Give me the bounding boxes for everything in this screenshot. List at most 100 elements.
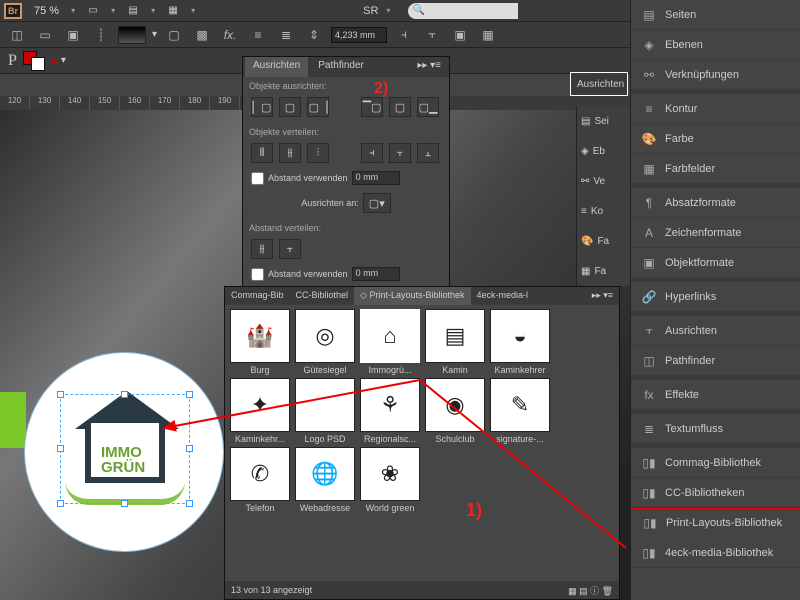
- dist-vcenter-btn[interactable]: ⫵: [279, 143, 301, 163]
- panel-item[interactable]: 🔗Hyperlinks: [631, 282, 800, 312]
- panel-item[interactable]: ≡Kontur: [631, 94, 800, 124]
- space-v-btn[interactable]: ⫵: [251, 239, 273, 259]
- box-icon[interactable]: ▢: [163, 26, 185, 44]
- handle[interactable]: [186, 445, 193, 452]
- tab-ausrichten[interactable]: Ausrichten: [245, 57, 308, 77]
- panel-item[interactable]: ▯▮CC-Bibliotheken: [631, 478, 800, 508]
- view-mode-icon[interactable]: ▭: [83, 3, 103, 19]
- panel-item[interactable]: ◫Pathfinder: [631, 346, 800, 376]
- panel-item[interactable]: ⫟Ausrichten: [631, 316, 800, 346]
- library-item[interactable]: ◉Schulclub: [424, 378, 486, 444]
- dist-bottom-btn[interactable]: ⫶: [307, 143, 329, 163]
- panel-item[interactable]: ▦Farbfelder: [631, 154, 800, 184]
- space-h-btn[interactable]: ⫟: [279, 239, 301, 259]
- panel-item[interactable]: 🎨Farbe: [631, 124, 800, 154]
- library-item[interactable]: ◎Gütesiegel: [294, 309, 356, 375]
- search-input[interactable]: 🔍: [408, 3, 518, 19]
- align-vcenter-btn[interactable]: ▢: [389, 97, 411, 117]
- panel-item[interactable]: ▣Objektformate: [631, 248, 800, 278]
- stroke-color[interactable]: [51, 59, 55, 63]
- handle[interactable]: [57, 500, 64, 507]
- lib-tab[interactable]: CC-Bibliothel: [290, 287, 355, 305]
- align-top-btn[interactable]: ▔▢: [361, 97, 383, 117]
- panel-item[interactable]: ▯▮4eck-media-Bibliothek: [631, 538, 800, 568]
- library-tools[interactable]: ▦ ▤ ⓘ 🗑: [568, 584, 613, 597]
- handle[interactable]: [186, 500, 193, 507]
- selection-box[interactable]: [60, 394, 190, 504]
- chevron-down-icon[interactable]: ▾: [71, 6, 75, 15]
- dist-top-btn[interactable]: ⫴: [251, 143, 273, 163]
- lib-tab[interactable]: Commag-Bib: [225, 287, 290, 305]
- collapsed-item[interactable]: 🎨 Fa: [577, 226, 630, 256]
- panel-menu-icon[interactable]: ▸▸ ▾≡: [409, 57, 449, 77]
- panel-item[interactable]: ◈Ebenen: [631, 30, 800, 60]
- collapsed-item[interactable]: ◈ Eb: [577, 136, 630, 166]
- dist-right-btn[interactable]: ⫠: [417, 143, 439, 163]
- library-item[interactable]: ❀World green: [359, 447, 421, 513]
- placed-logo[interactable]: IMMO GRÜN: [24, 352, 224, 552]
- panel-menu-icon[interactable]: ▸▸ ▾≡: [586, 287, 619, 305]
- collapsed-item[interactable]: ▤ Sei: [577, 106, 630, 136]
- spacing-field[interactable]: 0 mm: [352, 171, 400, 185]
- align-bottom-btn[interactable]: ▢▁: [417, 97, 439, 117]
- align-to-selector[interactable]: ▢▾: [363, 193, 391, 213]
- library-item[interactable]: ⌂Immogrü...: [359, 309, 421, 375]
- use-spacing-chk[interactable]: [251, 172, 264, 185]
- lib-tab[interactable]: 4eck-media-l: [471, 287, 535, 305]
- use-spacing-chk2[interactable]: [251, 268, 264, 281]
- panel-item[interactable]: AZeichenformate: [631, 218, 800, 248]
- collapsed-item[interactable]: ≡ Ko: [577, 196, 630, 226]
- spacing-field2[interactable]: 0 mm: [352, 267, 400, 281]
- panel-item[interactable]: ⚯Verknüpfungen: [631, 60, 800, 90]
- fill-stroke-swatch[interactable]: [23, 51, 45, 71]
- library-item[interactable]: 🌐Webadresse: [294, 447, 356, 513]
- library-item[interactable]: ✆Telefon: [229, 447, 291, 513]
- collapsed-item[interactable]: ▦ Fa: [577, 256, 630, 286]
- library-item[interactable]: ◒Kaminkehrer: [489, 309, 551, 375]
- library-item[interactable]: Logo PSD: [294, 378, 356, 444]
- arrange-icon[interactable]: ▦: [163, 3, 183, 19]
- dist-hcenter-btn[interactable]: ⫟: [389, 143, 411, 163]
- panel-item[interactable]: ▤Seiten: [631, 0, 800, 30]
- align-left-icon[interactable]: ≡: [247, 26, 269, 44]
- align-hcenter-btn[interactable]: ▢: [279, 97, 301, 117]
- panel-item[interactable]: ▯▮Print-Layouts-Bibliothek: [631, 508, 800, 538]
- image-box-icon[interactable]: ▩: [191, 26, 213, 44]
- dist-left-btn[interactable]: ⫞: [361, 143, 383, 163]
- dist-v-icon[interactable]: ⫟: [421, 26, 443, 44]
- bridge-icon[interactable]: Br: [4, 3, 22, 19]
- library-item[interactable]: ▤Kamin: [424, 309, 486, 375]
- group-icon[interactable]: ▣: [62, 26, 84, 44]
- handle[interactable]: [57, 391, 64, 398]
- library-item[interactable]: ✎signature-...: [489, 378, 551, 444]
- dash-icon[interactable]: ┊: [90, 26, 112, 44]
- align-right-btn[interactable]: ▢▕: [307, 97, 329, 117]
- fill-swatch[interactable]: [118, 26, 146, 44]
- anchor-icon[interactable]: ◫: [6, 26, 28, 44]
- selection-icon[interactable]: ▭: [34, 26, 56, 44]
- tool-page[interactable]: P: [8, 52, 17, 70]
- align-left-btn[interactable]: ▏▢: [251, 97, 273, 117]
- dimension-field[interactable]: 4,233 mm: [331, 27, 387, 43]
- library-item[interactable]: ✦Kaminkehr...: [229, 378, 291, 444]
- screen-mode-icon[interactable]: ▤: [123, 3, 143, 19]
- handle[interactable]: [121, 391, 128, 398]
- dist-h-icon[interactable]: ⫞: [393, 26, 415, 44]
- collapsed-item[interactable]: ⚯ Ve: [577, 166, 630, 196]
- lib-tab-active[interactable]: ◇ Print-Layouts-Bibliothek: [354, 287, 470, 305]
- workspace-label[interactable]: SR: [363, 5, 378, 17]
- align-panel-tab-boxed[interactable]: Ausrichten: [570, 72, 628, 96]
- library-item[interactable]: ⚘Regionalsc...: [359, 378, 421, 444]
- fx-icon[interactable]: fx.: [219, 26, 241, 44]
- panel-item[interactable]: fxEffekte: [631, 380, 800, 410]
- tab-pathfinder[interactable]: Pathfinder: [310, 57, 372, 77]
- handle[interactable]: [57, 445, 64, 452]
- zoom-level[interactable]: 75 %: [30, 5, 63, 17]
- handle[interactable]: [121, 500, 128, 507]
- panel-item[interactable]: ▯▮Commag-Bibliothek: [631, 448, 800, 478]
- panel-item[interactable]: ≣Textumfluss: [631, 414, 800, 444]
- frame-fill-icon[interactable]: ▦: [477, 26, 499, 44]
- frame-fit-icon[interactable]: ▣: [449, 26, 471, 44]
- library-item[interactable]: 🏰Burg: [229, 309, 291, 375]
- panel-item[interactable]: ¶Absatzformate: [631, 188, 800, 218]
